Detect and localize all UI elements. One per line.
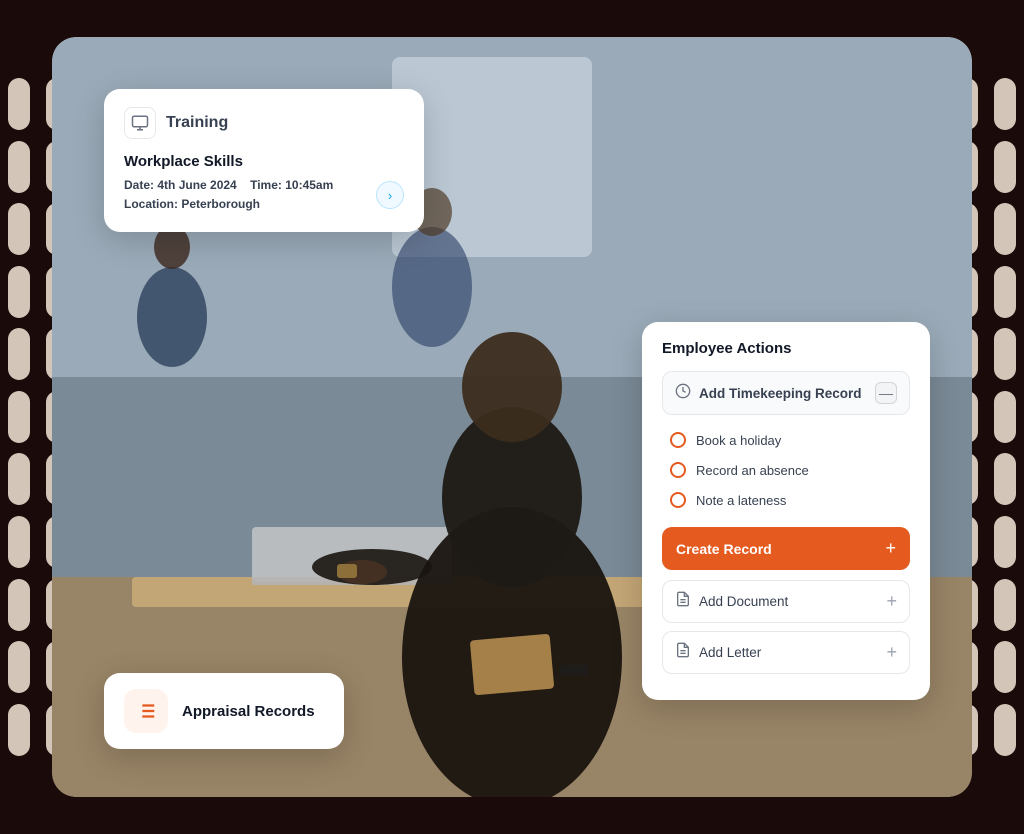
training-header-label: Training [166, 114, 228, 132]
deco-pill [994, 203, 1016, 255]
book-holiday-item[interactable]: Book a holiday [666, 425, 910, 455]
training-chevron-button[interactable]: › [376, 181, 404, 209]
training-details-row: Date: 4th June 2024 Time: 10:45am Locati… [124, 176, 404, 214]
deco-pill [8, 641, 30, 693]
deco-pill [8, 203, 30, 255]
letter-icon [675, 642, 691, 663]
action-sub-list: Book a holiday Record an absence Note a … [662, 425, 910, 515]
add-document-label: Add Document [699, 594, 788, 609]
training-card-header: Training [124, 107, 404, 139]
note-lateness-item[interactable]: Note a lateness [666, 485, 910, 515]
timekeeping-collapse-button[interactable]: — [875, 382, 897, 404]
timekeeping-row[interactable]: Add Timekeeping Record — [662, 371, 910, 415]
add-document-plus-icon[interactable]: + [886, 591, 897, 612]
book-holiday-label: Book a holiday [696, 433, 781, 448]
create-record-label: Create Record [676, 541, 772, 557]
appraisal-icon [124, 689, 168, 733]
deco-pill [994, 141, 1016, 193]
timekeeping-row-left: Add Timekeeping Record [675, 383, 862, 404]
deco-pill [8, 328, 30, 380]
deco-pill [994, 641, 1016, 693]
create-record-button[interactable]: Create Record + [662, 527, 910, 570]
training-meta: Date: 4th June 2024 Time: 10:45am Locati… [124, 176, 333, 214]
add-letter-row[interactable]: Add Letter + [662, 631, 910, 674]
deco-col-far-left [8, 77, 30, 757]
timekeeping-label: Add Timekeeping Record [699, 386, 862, 401]
timekeeping-icon [675, 383, 691, 404]
time-label: Time: [250, 178, 282, 192]
add-document-row[interactable]: Add Document + [662, 580, 910, 623]
document-icon [675, 591, 691, 612]
appraisal-records-label: Appraisal Records [182, 703, 315, 720]
add-letter-plus-icon[interactable]: + [886, 642, 897, 663]
add-letter-left: Add Letter [675, 642, 761, 663]
deco-pill [8, 579, 30, 631]
deco-pill [994, 453, 1016, 505]
deco-pill [994, 328, 1016, 380]
create-record-plus-icon: + [885, 538, 896, 559]
deco-pill [994, 516, 1016, 568]
employee-actions-card: Employee Actions Add Timekeeping Record … [642, 322, 930, 700]
deco-pill [994, 78, 1016, 130]
deco-pill [8, 453, 30, 505]
main-photo-container: Training Workplace Skills Date: 4th June… [52, 37, 972, 797]
deco-pill [994, 579, 1016, 631]
radio-circle-absence [670, 462, 686, 478]
training-course-name: Workplace Skills [124, 153, 404, 170]
add-document-left: Add Document [675, 591, 788, 612]
appraisal-records-card[interactable]: Appraisal Records [104, 673, 344, 749]
record-absence-item[interactable]: Record an absence [666, 455, 910, 485]
note-lateness-label: Note a lateness [696, 493, 786, 508]
deco-pill [994, 704, 1016, 756]
deco-pill [8, 391, 30, 443]
outer-wrapper: Training Workplace Skills Date: 4th June… [0, 0, 1024, 834]
record-absence-label: Record an absence [696, 463, 809, 478]
deco-pill [8, 78, 30, 130]
deco-pill [8, 141, 30, 193]
radio-circle-holiday [670, 432, 686, 448]
deco-pill [994, 266, 1016, 318]
date-value: 4th June 2024 [157, 178, 236, 192]
time-value: 10:45am [285, 178, 333, 192]
deco-pill [8, 516, 30, 568]
date-label: Date: [124, 178, 154, 192]
location-label: Location: [124, 197, 178, 211]
deco-pill [8, 704, 30, 756]
deco-pill [8, 266, 30, 318]
location-value: Peterborough [181, 197, 260, 211]
training-card: Training Workplace Skills Date: 4th June… [104, 89, 424, 232]
employee-actions-title: Employee Actions [662, 340, 910, 357]
deco-pill [994, 391, 1016, 443]
deco-col-far-right [994, 77, 1016, 757]
add-letter-label: Add Letter [699, 645, 761, 660]
training-icon [124, 107, 156, 139]
radio-circle-lateness [670, 492, 686, 508]
